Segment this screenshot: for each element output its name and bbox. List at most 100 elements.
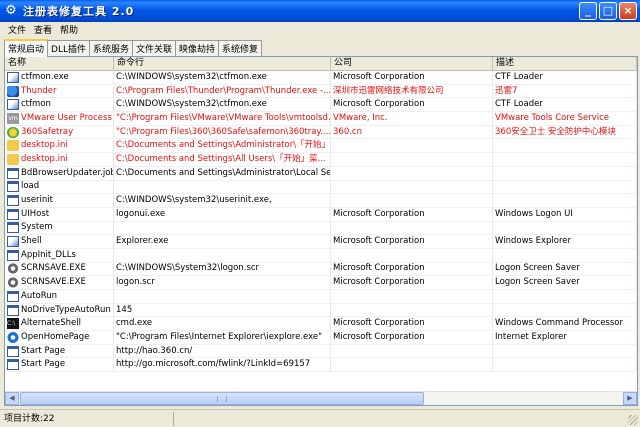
cell-name: ctfmon [5,98,114,112]
cell-description [493,194,637,207]
tab-startup[interactable]: 常规启动 [4,39,49,57]
table-row[interactable]: userinit C:\WINDOWS\system32\userinit.exe… [5,194,637,208]
shield-icon [7,126,19,138]
registry-value-icon [7,195,19,207]
cell-command: http://go.microsoft.com/fwlink/?LinkId=6… [114,358,331,372]
cell-name: C:\ AlternateShell [5,317,114,331]
status-bar: 项目计数:22 [0,409,640,427]
title-bar[interactable]: ⚙ 注册表修复工具 2.0 _ □ × [0,0,640,22]
registry-value-icon [7,208,19,220]
thunder-icon [7,85,19,97]
cell-command [114,290,331,303]
table-row[interactable]: Thunder C:\Program Files\Thunder\Program\… [5,84,637,99]
cell-description [493,344,637,358]
scroll-left-icon[interactable]: ◀ [5,392,19,405]
row-name: System [21,222,53,233]
table-row[interactable]: UIHost logonui.exe Microsoft Corporation Wi… [5,207,637,222]
menu-help[interactable]: 帮助 [56,23,82,36]
menu-file[interactable]: 文件 [4,23,30,36]
cell-company [331,166,493,180]
minimize-button[interactable]: _ [579,2,597,20]
table-row[interactable]: vm VMware User Process "C:\Program Files\V… [5,112,637,126]
row-name: VMware User Process [21,112,112,123]
tab-system-services[interactable]: 系统服务 [88,40,133,56]
browser-icon [7,331,19,343]
registry-value-icon [7,304,19,316]
tab-file-associations[interactable]: 文件关联 [132,40,177,56]
registry-value-icon [7,359,19,371]
cell-name: 360Safetray [5,125,114,139]
table-row[interactable]: Start Page http://go.microsoft.com/fwlink… [5,358,637,373]
cell-command: http://hao.360.cn/ [114,344,331,358]
row-name: desktop.ini [21,140,68,151]
cell-description: VMware Tools Core Service [493,112,637,125]
table-row[interactable]: desktop.ini C:\Documents and Settings\Adm… [5,139,637,154]
table-row[interactable]: ctfmon C:\WINDOWS\system32\ctfmon.exe Micr… [5,98,637,113]
tab-image-hijack[interactable]: 映像劫持 [175,40,220,56]
registry-value-icon [7,222,19,234]
row-name: Start Page [21,359,66,370]
cell-description: Windows Logon UI [493,207,637,221]
cell-command: C:\WINDOWS\system32\ctfmon.exe [114,71,331,84]
table-row[interactable]: SCRNSAVE.EXE logon.scr Microsoft Corporati… [5,276,637,290]
window-title: 注册表修复工具 2.0 [23,5,135,18]
table-row[interactable]: Start Page http://hao.360.cn/ [5,344,637,359]
column-header-description[interactable]: 描述 [493,57,637,70]
table-row[interactable]: BdBrowserUpdater.job C:\Documents and Set… [5,166,637,181]
row-name: SCRNSAVE.EXE [21,277,86,288]
console-icon: C:\ [7,318,19,330]
cell-description: 迅雷7 [493,84,637,98]
file-icon [7,153,19,165]
cell-company: Microsoft Corporation [331,235,493,248]
scroll-thumb[interactable] [20,392,424,405]
cell-company: 深圳市迅雷网络技术有限公司 [331,84,493,98]
cell-description [493,303,637,317]
tab-system-repair[interactable]: 系统修复 [218,40,263,56]
tab-dll-plugins[interactable]: DLL插件 [47,40,90,56]
row-name: 360Safetray [21,126,74,137]
cell-name: Start Page [5,358,114,372]
resize-grip-icon[interactable] [628,415,638,425]
table-row[interactable]: SCRNSAVE.EXE C:\WINDOWS\System32\logon.sc… [5,262,637,277]
row-name: NoDriveTypeAutoRun [21,304,111,315]
cell-command: C:\Program Files\Thunder\Program\Thunder… [116,84,331,98]
column-header-command[interactable]: 命令行 [114,57,331,70]
cell-command: C:\WINDOWS\System32\logon.scr [114,262,331,276]
table-row[interactable]: Shell Explorer.exe Microsoft Corporation Wi… [5,235,637,249]
cell-company: Microsoft Corporation [331,207,493,221]
row-name: UIHost [21,208,50,219]
table-row[interactable]: OpenHomePage "C:\Program Files\Internet E… [5,331,637,345]
cell-name: UIHost [5,207,114,221]
row-name: BdBrowserUpdater.job [21,167,114,178]
cell-description: Internet Explorer [493,331,637,344]
table-row[interactable]: 360Safetray "C:\Program Files\360\360Safe… [5,125,637,140]
cell-command: C:\Documents and Settings\Administrator\… [116,166,331,180]
scroll-right-icon[interactable]: ▶ [623,392,637,405]
cell-description [493,290,637,303]
cell-company [331,248,493,262]
table-row[interactable]: desktop.ini C:\Documents and Settings\All… [5,153,637,167]
table-row[interactable]: AppInit_DLLs [5,248,637,263]
cell-command: logonui.exe [114,207,331,221]
cell-description: Logon Screen Saver [493,262,637,276]
table-row[interactable]: AutoRun [5,290,637,304]
tab-strip: 常规启动 DLL插件 系统服务 文件关联 映像劫持 系统修复 [4,39,263,57]
cell-name: SCRNSAVE.EXE [5,276,114,289]
maximize-button[interactable]: □ [599,2,617,20]
table-row[interactable]: load [5,180,637,195]
table-row[interactable]: C:\ AlternateShell cmd.exe Microsoft Corpor… [5,317,637,332]
cell-name: desktop.ini [5,153,114,166]
application-icon [7,236,19,248]
table-row[interactable]: ctfmon.exe C:\WINDOWS\system32\ctfmon.exe… [5,71,637,85]
startup-list[interactable]: 名称 命令行 公司 描述 ctfmon.exe C:\WINDOWS\system… [4,56,638,406]
cell-name: vm VMware User Process [5,112,114,125]
menu-view[interactable]: 查看 [30,23,56,36]
column-header-company[interactable]: 公司 [331,57,493,70]
list-header: 名称 命令行 公司 描述 [5,57,637,71]
row-name: desktop.ini [21,153,68,164]
horizontal-scrollbar[interactable]: ◀ ▶ [5,391,637,405]
table-row[interactable]: NoDriveTypeAutoRun 145 [5,303,637,318]
column-header-name[interactable]: 名称 [5,57,114,70]
close-button[interactable]: × [619,2,637,20]
table-row[interactable]: System [5,221,637,236]
